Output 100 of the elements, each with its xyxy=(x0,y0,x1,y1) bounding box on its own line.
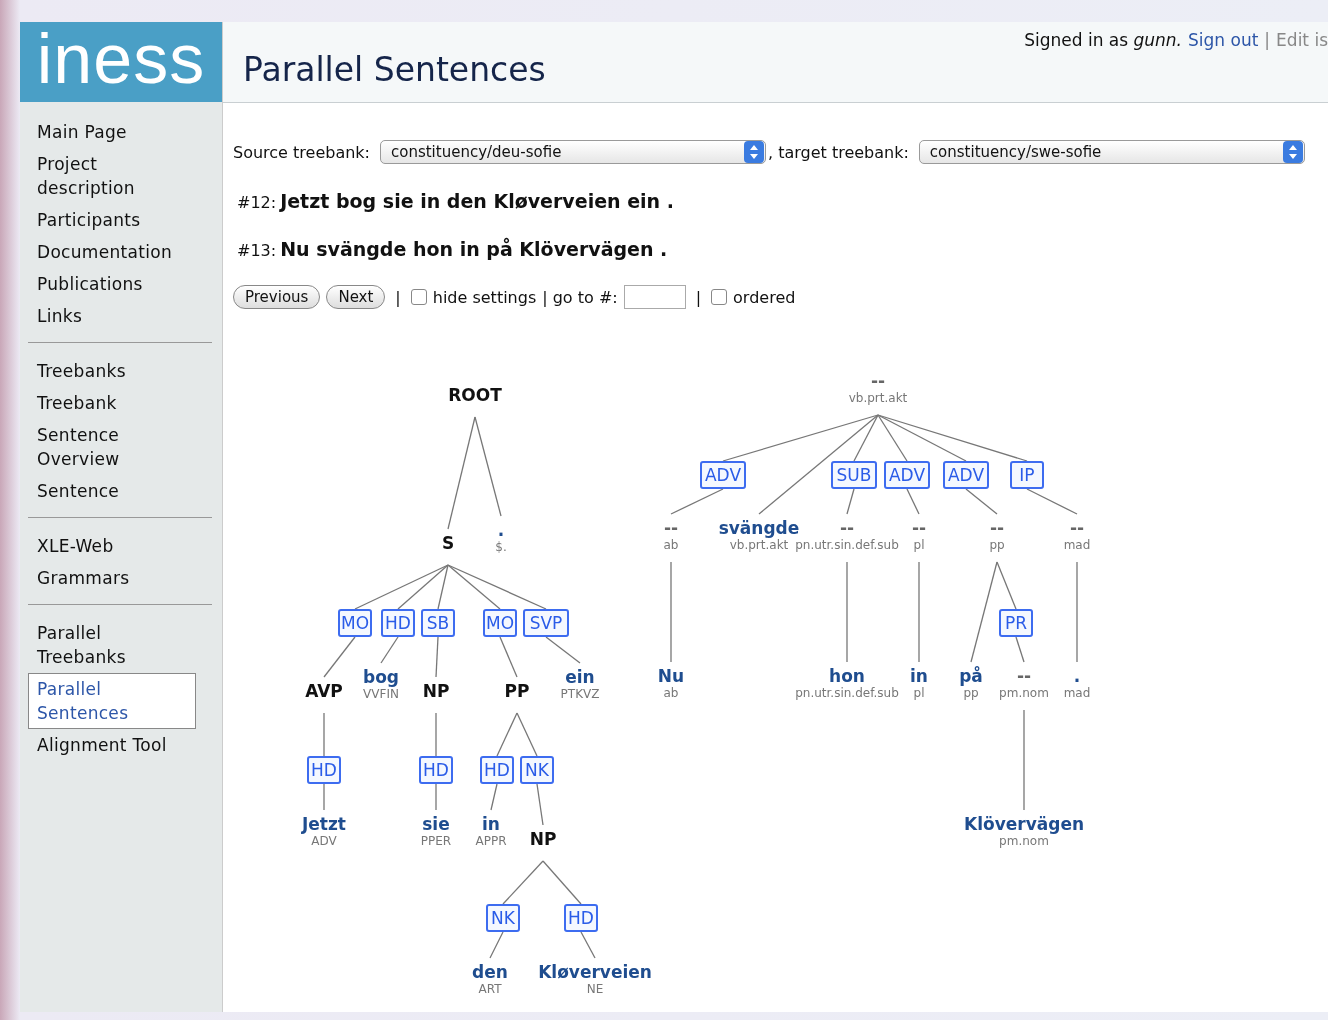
edge-label: ADV xyxy=(700,461,746,489)
tag-label: pn.utr.sin.def.sub xyxy=(795,686,899,700)
tag-label: vb.prt.akt xyxy=(848,391,908,405)
sign-out-link[interactable]: Sign out xyxy=(1188,30,1259,50)
empty-node-label: -- xyxy=(663,518,679,538)
tag-label: ART xyxy=(478,982,502,996)
tag-label: ADV xyxy=(311,834,337,848)
branch-line xyxy=(536,783,544,826)
empty-node-label: -- xyxy=(1016,666,1032,686)
branch-line xyxy=(906,488,920,515)
word-label: Kløverveien xyxy=(538,962,652,982)
edge-label: ADV xyxy=(884,461,930,489)
source-label: Source treebank: xyxy=(233,142,370,162)
page-title: Parallel Sentences xyxy=(243,50,546,89)
tag-label: PTKVZ xyxy=(560,687,600,701)
branch-line xyxy=(323,712,325,757)
sidebar-link[interactable]: XLE-Web xyxy=(28,530,196,562)
tag-label: $. xyxy=(495,540,507,554)
tag-label: pm.nom xyxy=(999,834,1049,848)
sidebar-link[interactable]: Parallel Treebanks xyxy=(28,617,196,673)
goto-label: | go to #: xyxy=(542,287,618,307)
source-select[interactable]: constituency/deu-sofie xyxy=(380,140,766,164)
sidebar-link[interactable]: Project description xyxy=(28,148,196,204)
branch-line xyxy=(670,488,724,515)
branch-line xyxy=(323,783,325,811)
edge-label: ADV xyxy=(943,461,989,489)
tag-label: PPER xyxy=(420,834,452,848)
empty-node-label: -- xyxy=(839,518,855,538)
category-label: NP xyxy=(422,681,450,701)
word-label: på xyxy=(959,666,983,686)
word-label: den xyxy=(472,962,508,982)
sidebar-link[interactable]: Parallel Sentences xyxy=(28,673,196,729)
tag-label: pl xyxy=(913,538,925,552)
target-select[interactable]: constituency/swe-sofie xyxy=(918,140,1305,164)
word-label: svängde xyxy=(718,518,800,538)
tag-label: vb.prt.akt xyxy=(729,538,789,552)
goto-field[interactable] xyxy=(623,285,686,309)
tag-label: mad xyxy=(1063,538,1091,552)
branch-line xyxy=(502,860,544,905)
branch-line xyxy=(435,712,437,757)
edit-link[interactable]: Edit is xyxy=(1276,30,1328,50)
tag-label: APPR xyxy=(475,834,507,848)
previous-button[interactable]: Previous xyxy=(233,285,321,309)
edge-label: SB xyxy=(421,609,455,637)
word-label: in xyxy=(910,666,928,686)
sidebar-link[interactable]: Main Page xyxy=(28,116,196,148)
category-label: S xyxy=(441,533,455,553)
branch-line xyxy=(435,783,437,811)
word-label: Nu xyxy=(657,666,685,686)
word-label: . xyxy=(497,520,505,540)
category-label: AVP xyxy=(305,681,343,701)
sidebar-link[interactable]: Sentence Overview xyxy=(28,419,196,475)
edge-label: SUB xyxy=(831,461,877,489)
sidebar-link[interactable]: Treebank xyxy=(28,387,196,419)
empty-node-label: -- xyxy=(1069,518,1085,538)
checkbox[interactable] xyxy=(711,289,728,305)
sentence-number: #13: xyxy=(237,241,277,260)
empty-node-label: -- xyxy=(870,371,886,391)
sidebar-link[interactable]: Links xyxy=(28,300,196,332)
sidebar-link[interactable]: Alignment Tool xyxy=(28,729,196,761)
tag-label: NE xyxy=(586,982,604,996)
edge-label: MO xyxy=(338,609,372,637)
separator: | xyxy=(1264,30,1271,50)
category-label: PP xyxy=(504,681,530,701)
word-label: bog xyxy=(363,667,399,687)
branch-line xyxy=(1026,488,1078,515)
checkbox[interactable] xyxy=(410,289,427,305)
edge-label: IP xyxy=(1010,461,1044,489)
edge-label: HD xyxy=(564,904,598,932)
branch-line xyxy=(542,860,582,905)
next-button[interactable]: Next xyxy=(326,285,386,309)
tag-label: ab xyxy=(663,538,679,552)
sidebar-link[interactable]: Sentence xyxy=(28,475,196,507)
empty-node-label: -- xyxy=(911,518,927,538)
sidebar-link[interactable]: Participants xyxy=(28,204,196,236)
edge-label: NK xyxy=(486,904,520,932)
word-label: in xyxy=(482,814,500,834)
tag-label: VVFIN xyxy=(363,687,399,701)
word-label: Klövervägen xyxy=(964,814,1084,834)
branch-line xyxy=(435,636,439,678)
sidebar-link[interactable]: Treebanks xyxy=(28,355,196,387)
sidebar-link[interactable]: Documentation xyxy=(28,236,196,268)
tag-label: pn.utr.sin.def.sub xyxy=(795,538,899,552)
sidebar-link[interactable]: Publications xyxy=(28,268,196,300)
tag-label: pp xyxy=(989,538,1005,552)
empty-node-label: -- xyxy=(989,518,1005,538)
separator: | xyxy=(695,287,702,307)
tag-label: pp xyxy=(963,686,979,700)
sentence-number: #12: xyxy=(237,193,277,212)
edge-label: SVP xyxy=(523,609,569,637)
target-label: , target treebank: xyxy=(768,142,909,162)
branch-line xyxy=(490,783,498,811)
edge-label: PR xyxy=(999,609,1033,637)
tag-label: mad xyxy=(1063,686,1091,700)
word-label: sie xyxy=(422,814,450,834)
stepper-icon xyxy=(743,141,765,163)
word-label: ein xyxy=(565,667,595,687)
branch-line xyxy=(516,712,538,757)
word-label: Jetzt xyxy=(302,814,346,834)
sidebar-link[interactable]: Grammars xyxy=(28,562,196,594)
